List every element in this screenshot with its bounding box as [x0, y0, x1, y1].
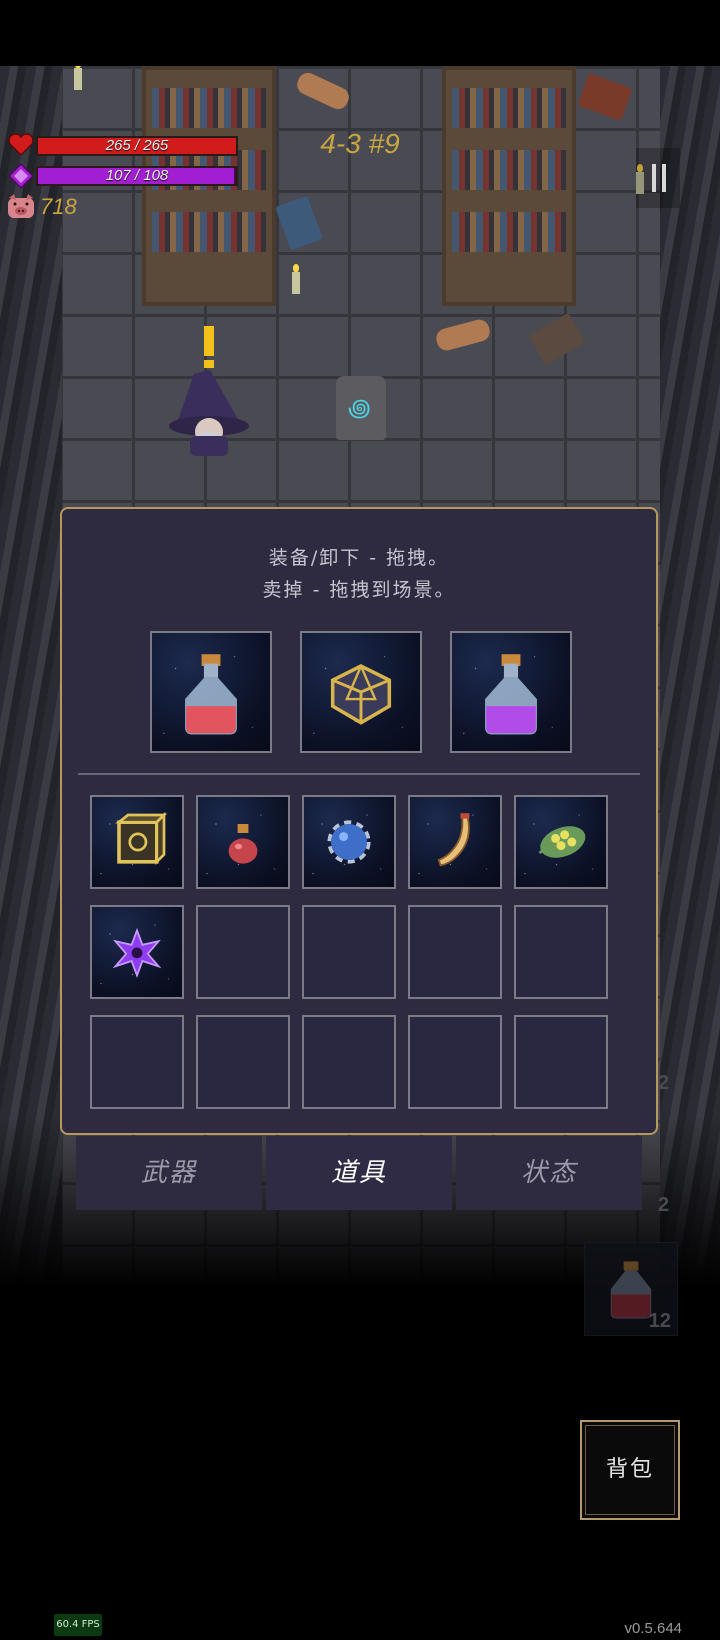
- red-potion-icon: [185, 654, 237, 735]
- quick-item-count: 12: [648, 1310, 671, 1332]
- bookshelf-right: [442, 66, 576, 306]
- bag-slot-6[interactable]: [90, 905, 184, 999]
- rune-glyph-icon: ꩜: [348, 394, 371, 422]
- bag-slot-15[interactable]: [514, 1015, 608, 1109]
- bag-slot-3[interactable]: [302, 795, 396, 889]
- purple-potion-icon: [485, 654, 537, 735]
- small-red-flask-icon: [228, 824, 258, 864]
- gold-count: 718: [40, 194, 77, 219]
- bookshelf-left: [142, 66, 276, 306]
- bag-slot-10[interactable]: [514, 905, 608, 999]
- golden-polyhedron-icon: [330, 664, 392, 725]
- bag-slot-14[interactable]: [408, 1015, 502, 1109]
- bag-slot-12[interactable]: [196, 1015, 290, 1109]
- seed-leaf-icon: [538, 826, 586, 858]
- bag-slot-7[interactable]: [196, 905, 290, 999]
- right-wall: [660, 66, 720, 1286]
- bag-slot-2[interactable]: [196, 795, 290, 889]
- quick-item-slot[interactable]: 12: [584, 1242, 678, 1336]
- fps-counter: 60.4 FPS: [54, 1614, 102, 1636]
- rune-cube-icon: [115, 811, 168, 866]
- bag-slot-8[interactable]: [302, 905, 396, 999]
- version-label: v0.5.644: [624, 1620, 682, 1637]
- health-bar: 265 / 265: [36, 136, 238, 156]
- hint-equip: 装备/卸下 - 拖拽。: [268, 547, 450, 569]
- pig-gold-icon: [8, 194, 34, 218]
- level-indicator: 4-3 #9: [320, 128, 400, 159]
- rune-stone[interactable]: ꩜: [336, 376, 386, 440]
- mana-text: 107 / 108: [105, 167, 169, 184]
- bag-slot-1[interactable]: [90, 795, 184, 889]
- wizard-player: [169, 326, 249, 456]
- pause-button[interactable]: [636, 148, 680, 208]
- bag-slot-9[interactable]: [408, 905, 502, 999]
- pause-icon: [652, 164, 656, 192]
- side-count: 2: [658, 1072, 670, 1094]
- bag-slot-11[interactable]: [90, 1015, 184, 1109]
- health-text: 265 / 265: [105, 137, 169, 154]
- left-wall: [0, 66, 62, 1286]
- tab-status[interactable]: 状态: [456, 1136, 642, 1210]
- equipped-slot-1[interactable]: [150, 631, 272, 753]
- side-count: 2: [658, 1194, 670, 1216]
- mana-crystal-icon: [8, 163, 34, 189]
- mana-bar: 107 / 108: [36, 166, 238, 186]
- equipped-slot-3[interactable]: [450, 631, 572, 753]
- equipped-slot-2[interactable]: [300, 631, 422, 753]
- bag-slot-13[interactable]: [302, 1015, 396, 1109]
- horn-icon: [437, 813, 470, 867]
- candle: [74, 66, 82, 90]
- tab-items[interactable]: 道具: [266, 1136, 452, 1210]
- bag-slot-5[interactable]: [514, 795, 608, 889]
- backpack-button[interactable]: 背包: [580, 1420, 680, 1520]
- purple-shuriken-icon: [112, 927, 162, 978]
- hint-sell: 卖掉 - 拖拽到场景。: [262, 579, 456, 601]
- inventory-panel: 装备/卸下 - 拖拽。 卖掉 - 拖拽到场景。: [60, 507, 658, 1135]
- bag-slot-4[interactable]: [408, 795, 502, 889]
- divider: [78, 773, 640, 775]
- candle: [292, 264, 300, 294]
- heart-icon: [8, 133, 34, 157]
- tab-weapons[interactable]: 武器: [76, 1136, 262, 1210]
- blue-orb-cage-icon: [327, 820, 371, 864]
